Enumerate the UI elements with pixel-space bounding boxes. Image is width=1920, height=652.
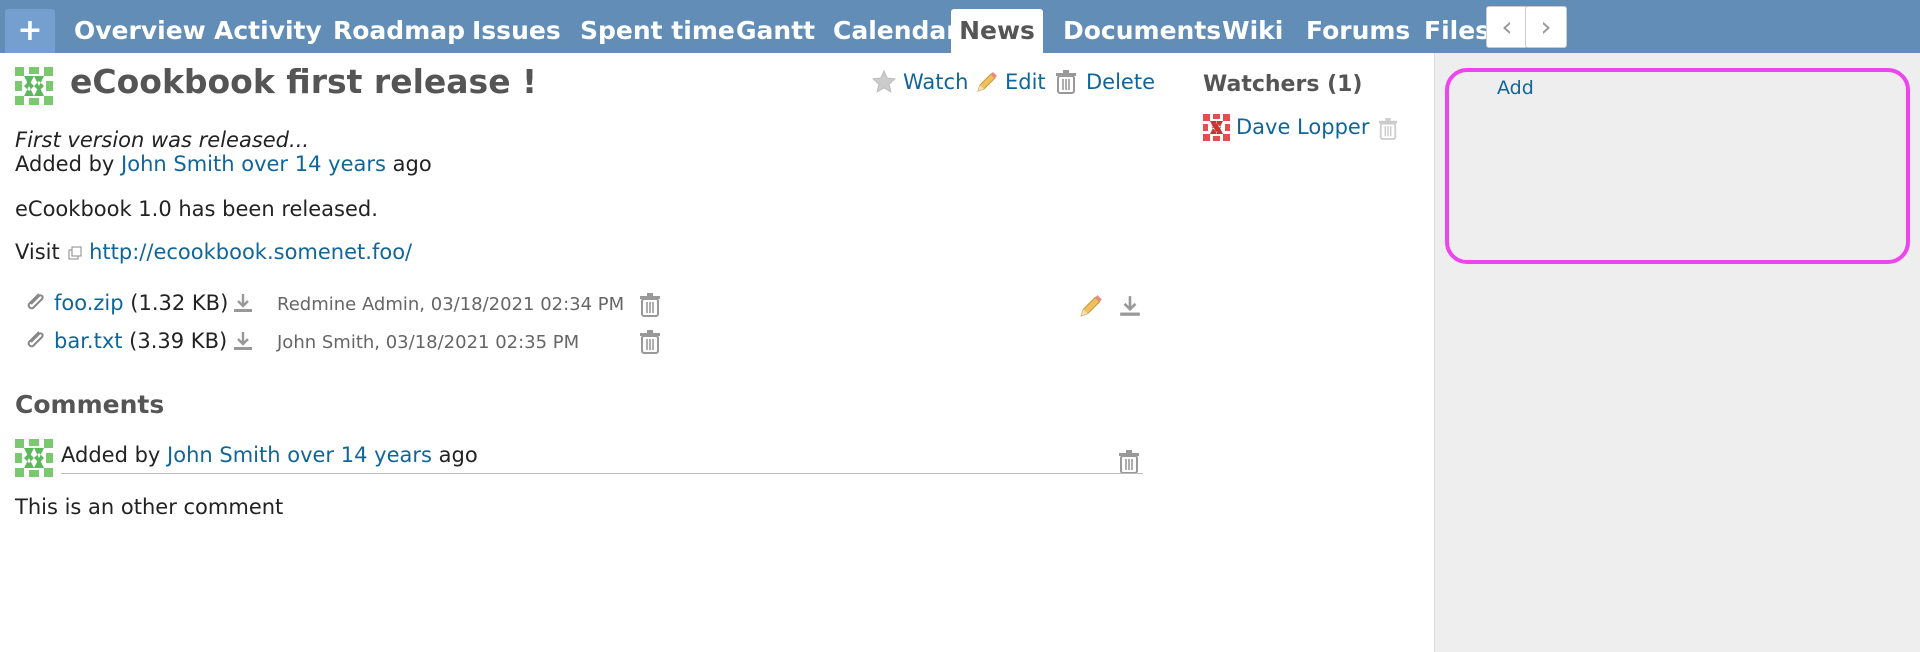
tab-files[interactable]: Files (1424, 9, 1490, 53)
tab-overview[interactable]: Overview (74, 9, 206, 53)
star-icon (872, 70, 896, 93)
tabs-scroll-left-button[interactable]: ‹ (1486, 6, 1528, 48)
delete-link[interactable]: Delete (1086, 70, 1155, 94)
tab-gantt[interactable]: Gantt (736, 9, 815, 53)
trash-icon[interactable] (1378, 118, 1398, 140)
attachment-link[interactable]: bar.txt (54, 329, 122, 353)
added-by-label: Added by (61, 443, 161, 467)
chevron-right-icon: › (1540, 10, 1552, 43)
watcher-avatar (1203, 114, 1230, 141)
news-author-avatar (15, 67, 53, 105)
trash-icon[interactable] (1118, 450, 1140, 474)
trash-icon (1056, 70, 1076, 94)
attachment-author-date: John Smith, 03/18/2021 02:35 PM (277, 332, 580, 353)
tabs-scroll-right-button[interactable]: › (1525, 6, 1567, 48)
news-body-line: eCookbook 1.0 has been released. (15, 197, 378, 221)
news-external-link[interactable]: http://ecookbook.somenet.foo/ (89, 240, 412, 264)
tab-calendar[interactable]: Calendar (833, 9, 959, 53)
age-link[interactable]: over 14 years (287, 443, 432, 467)
age-suffix: ago (438, 443, 478, 467)
attachment-row: foo.zip (1.32 KB) (54, 291, 228, 315)
paperclip-icon (27, 331, 44, 348)
added-by-label: Added by (15, 152, 115, 176)
news-summary: First version was released... (15, 128, 310, 152)
visit-label: Visit (15, 240, 60, 264)
tab-roadmap[interactable]: Roadmap (333, 9, 465, 53)
add-watcher-link[interactable]: Add (1497, 77, 1534, 99)
comment-header: Added by John Smith over 14 years ago (61, 443, 478, 467)
comments-heading: Comments (15, 390, 165, 419)
tab-activity[interactable]: Activity (214, 9, 322, 53)
attachment-author-date: Redmine Admin, 03/18/2021 02:34 PM (277, 294, 625, 315)
age-link[interactable]: over 14 years (241, 152, 386, 176)
tab-wiki[interactable]: Wiki (1222, 9, 1283, 53)
tab-issues[interactable]: Issues (472, 9, 561, 53)
pencil-icon[interactable] (1078, 293, 1104, 319)
news-title: eCookbook first release ! (70, 62, 538, 101)
comment-text: This is an other comment (15, 495, 284, 519)
tab-spent-time[interactable]: Spent time (580, 9, 735, 53)
attachment-link[interactable]: foo.zip (54, 291, 124, 315)
download-icon[interactable] (1118, 294, 1142, 318)
download-icon[interactable] (232, 330, 254, 352)
tab-news[interactable]: News (951, 9, 1043, 53)
pencil-icon (977, 72, 997, 92)
new-object-button[interactable]: + (5, 9, 55, 53)
tab-documents[interactable]: Documents (1063, 9, 1221, 53)
author-link[interactable]: John Smith (167, 443, 281, 467)
download-icon[interactable] (232, 292, 254, 314)
attachment-size: (3.39 KB) (129, 329, 228, 353)
watchers-title: Watchers (1) (1203, 72, 1363, 97)
attachment-size: (1.32 KB) (130, 291, 229, 315)
watch-link[interactable]: Watch (903, 70, 968, 94)
author-link[interactable]: John Smith (121, 152, 235, 176)
attachment-row: bar.txt (3.39 KB) (54, 329, 227, 353)
paperclip-icon (27, 293, 44, 310)
trash-icon[interactable] (639, 293, 661, 317)
chevron-left-icon: ‹ (1501, 10, 1513, 43)
news-visit-line: Visit http://ecookbook.somenet.foo/ (15, 240, 412, 264)
comment-author-avatar (15, 439, 53, 477)
trash-icon[interactable] (639, 330, 661, 354)
edit-link[interactable]: Edit (1005, 70, 1046, 94)
news-author-line: Added by John Smith over 14 years ago (15, 152, 432, 176)
project-menu: + Overview Activity Roadmap Issues Spent… (0, 0, 1920, 53)
comment-divider (61, 473, 1143, 474)
external-link-icon (68, 246, 82, 260)
tab-forums[interactable]: Forums (1306, 9, 1410, 53)
watcher-name-link[interactable]: Dave Lopper (1236, 115, 1369, 139)
age-suffix: ago (392, 152, 432, 176)
